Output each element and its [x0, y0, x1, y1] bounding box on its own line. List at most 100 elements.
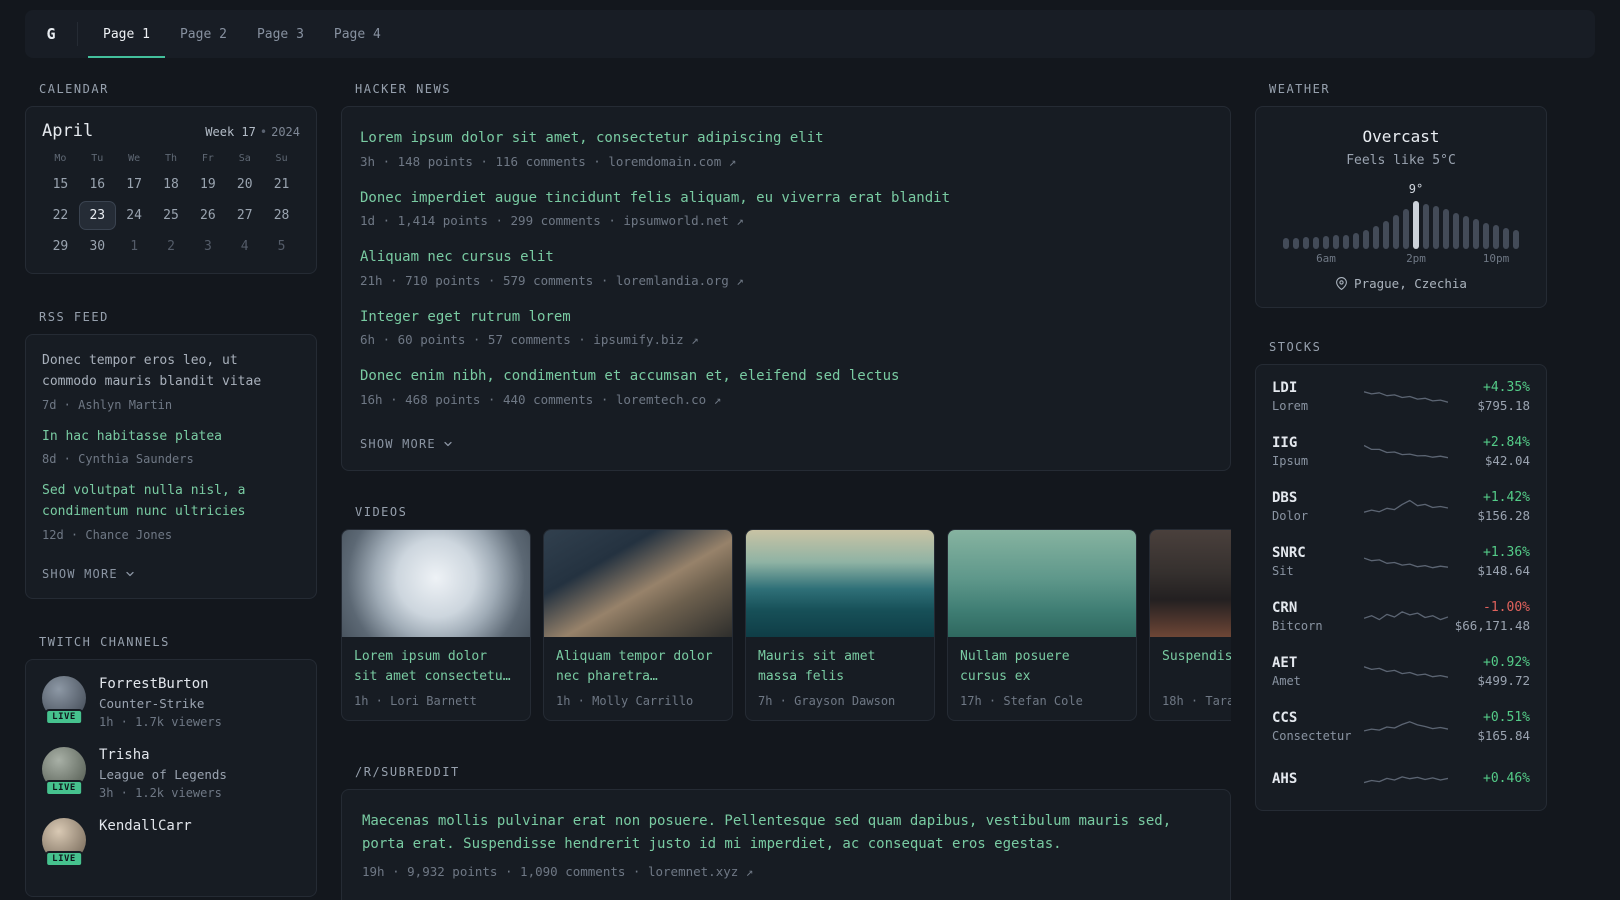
stock-row[interactable]: AHS +0.46%	[1272, 754, 1530, 806]
tab-page-1[interactable]: Page 1	[88, 10, 165, 58]
tab-page-3[interactable]: Page 3	[242, 10, 319, 58]
rss-item-title[interactable]: Donec tempor eros leo, ut commodo mauris…	[42, 351, 300, 393]
stock-symbol: LDI	[1272, 380, 1298, 396]
stock-row[interactable]: DBS Dolor +1.42% $156.28	[1272, 479, 1530, 534]
avatar: LIVE	[42, 675, 86, 725]
weather-time-labels: 6am 2pm 10pm	[1283, 252, 1519, 266]
twitch-channel-info: Trisha League of Legends 3h · 1.2k viewers	[99, 747, 227, 800]
rss-item-title[interactable]: In hac habitasse platea	[42, 427, 300, 448]
calendar-day[interactable]: 30	[79, 232, 116, 261]
stock-row[interactable]: SNRC Sit +1.36% $148.64	[1272, 534, 1530, 589]
video-thumbnail[interactable]	[342, 529, 530, 637]
calendar-day[interactable]: 22	[42, 201, 79, 230]
calendar-day[interactable]: 3	[189, 232, 226, 261]
calendar-day[interactable]: 27	[226, 201, 263, 230]
rss-show-more-button[interactable]: SHOW MORE	[42, 567, 136, 581]
weather-condition: Overcast	[1362, 127, 1440, 146]
calendar-day[interactable]: 19	[189, 170, 226, 199]
calendar-day[interactable]: 21	[263, 170, 300, 199]
twitch-channel-game[interactable]: Counter-Strike	[99, 696, 222, 711]
stock-row[interactable]: AET Amet +0.92% $499.72	[1272, 644, 1530, 699]
stock-sparkline	[1364, 720, 1448, 732]
stock-change: +0.92%	[1483, 655, 1530, 670]
calendar-day[interactable]: 16	[79, 170, 116, 199]
stock-sparkline	[1364, 776, 1448, 784]
video-title[interactable]: Lorem ipsum dolor sit amet consectetu…	[354, 647, 518, 688]
calendar-day[interactable]: 2	[153, 232, 190, 261]
video-thumbnail[interactable]	[948, 529, 1136, 637]
hackernews-item: Donec enim nibh, condimentum et accumsan…	[360, 367, 1212, 407]
stock-sparkline	[1364, 444, 1448, 458]
stock-row[interactable]: CRN Bitcorn -1.00% $66,171.48	[1272, 589, 1530, 644]
twitch-channel[interactable]: LIVE KendallCarr	[42, 817, 300, 867]
tab-page-4[interactable]: Page 4	[319, 10, 396, 58]
stocks-list: LDI Lorem +4.35% $795.18 IIG Ipsum +2.84% $42.0…	[1272, 369, 1530, 806]
twitch-channel-game[interactable]: League of Legends	[99, 767, 227, 782]
video-thumbnail[interactable]	[746, 529, 934, 637]
stock-sparkline	[1364, 610, 1448, 620]
video-title[interactable]: Mauris sit amet massa felis	[758, 647, 922, 688]
stock-identity: CRN Bitcorn	[1272, 600, 1364, 633]
stock-identity: AHS	[1272, 771, 1364, 790]
hackernews-item: Aliquam nec cursus elit 21h · 710 points …	[360, 248, 1212, 288]
calendar-day[interactable]: 25	[153, 201, 190, 230]
calendar-day-selected[interactable]: 23	[78, 201, 116, 230]
video-card[interactable]: Aliquam tempor dolor nec pharetra… 1h · M…	[543, 528, 733, 721]
calendar-day[interactable]: 24	[116, 201, 153, 230]
calendar-day-header: Su	[275, 153, 288, 164]
stock-change: +1.36%	[1483, 545, 1530, 560]
twitch-channel[interactable]: LIVE ForrestBurton Counter-Strike 1h · 1.7k…	[42, 675, 300, 729]
stock-row[interactable]: CCS Consectetur +0.51% $165.84	[1272, 699, 1530, 754]
calendar-day[interactable]: 15	[42, 170, 79, 199]
calendar-day[interactable]: 20	[226, 170, 263, 199]
hackernews-item-title[interactable]: Donec enim nibh, condimentum et accumsan…	[360, 367, 1212, 387]
calendar-day[interactable]: 29	[42, 232, 79, 261]
video-info: Suspendisse diam 18h · Tara	[1150, 637, 1231, 720]
video-thumbnail[interactable]	[1150, 529, 1231, 637]
app-logo[interactable]: G	[25, 10, 77, 58]
stock-values: -1.00% $66,171.48	[1455, 600, 1530, 633]
hackernews-show-more-button[interactable]: SHOW MORE	[360, 437, 454, 451]
hackernews-item-meta: 1d · 1,414 points · 299 comments · ipsum…	[360, 213, 744, 229]
calendar-day[interactable]: 4	[226, 232, 263, 261]
video-card[interactable]: Lorem ipsum dolor sit amet consectetu… 1h…	[341, 528, 531, 721]
stock-values: +1.36% $148.64	[1477, 545, 1530, 578]
video-info: Nullam posuere cursus ex 17h · Stefan Col…	[948, 637, 1136, 720]
video-card[interactable]: Suspendisse diam 18h · Tara	[1149, 528, 1231, 721]
stock-row[interactable]: IIG Ipsum +2.84% $42.04	[1272, 424, 1530, 479]
calendar-day-header: We	[128, 153, 141, 164]
twitch-channel[interactable]: LIVE Trisha League of Legends 3h · 1.2k vie…	[42, 746, 300, 800]
calendar-day[interactable]: 28	[263, 201, 300, 230]
stock-name: Dolor	[1272, 509, 1309, 523]
video-title[interactable]: Suspendisse diam	[1162, 647, 1231, 688]
video-title[interactable]: Nullam posuere cursus ex	[960, 647, 1124, 688]
calendar-day[interactable]: 17	[116, 170, 153, 199]
calendar-day[interactable]: 18	[153, 170, 190, 199]
calendar-week-year: Week 17 • 2024	[205, 125, 300, 140]
stock-change: +1.42%	[1483, 490, 1530, 505]
calendar-day[interactable]: 26	[189, 201, 226, 230]
subreddit-post-title[interactable]: Maecenas mollis pulvinar erat non posuer…	[362, 810, 1210, 856]
calendar-day[interactable]: 5	[263, 232, 300, 261]
rss-item: Sed volutpat nulla nisl, a condimentum n…	[42, 481, 300, 544]
twitch-channel-name[interactable]: ForrestBurton	[99, 676, 222, 692]
calendar-day[interactable]: 1	[116, 232, 153, 261]
stock-identity: DBS Dolor	[1272, 490, 1364, 523]
video-title[interactable]: Aliquam tempor dolor nec pharetra…	[556, 647, 720, 688]
hackernews-item-title[interactable]: Lorem ipsum dolor sit amet, consectetur …	[360, 129, 1212, 149]
stock-name: Bitcorn	[1272, 619, 1323, 633]
video-thumbnail[interactable]	[544, 529, 732, 637]
video-card[interactable]: Mauris sit amet massa felis 7h · Grayson …	[745, 528, 935, 721]
twitch-channel-name[interactable]: KendallCarr	[99, 818, 192, 834]
hackernews-item-title[interactable]: Integer eget rutrum lorem	[360, 308, 1212, 328]
twitch-channel-name[interactable]: Trisha	[99, 747, 227, 763]
rss-item-title[interactable]: Sed volutpat nulla nisl, a condimentum n…	[42, 481, 300, 523]
tab-page-2[interactable]: Page 2	[165, 10, 242, 58]
hackernews-item-title[interactable]: Donec imperdiet augue tincidunt felis al…	[360, 189, 1212, 209]
dashboard-grid: CALENDAR April Week 17 • 2024 Mo Tu We Th Fr Sa…	[25, 82, 1595, 900]
calendar-month: April	[42, 121, 94, 141]
hackernews-item-title[interactable]: Aliquam nec cursus elit	[360, 248, 1212, 268]
stock-row[interactable]: LDI Lorem +4.35% $795.18	[1272, 369, 1530, 424]
hackernews-widget: HACKER NEWS Lorem ipsum dolor sit amet, …	[341, 82, 1231, 471]
video-card[interactable]: Nullam posuere cursus ex 17h · Stefan Col…	[947, 528, 1137, 721]
